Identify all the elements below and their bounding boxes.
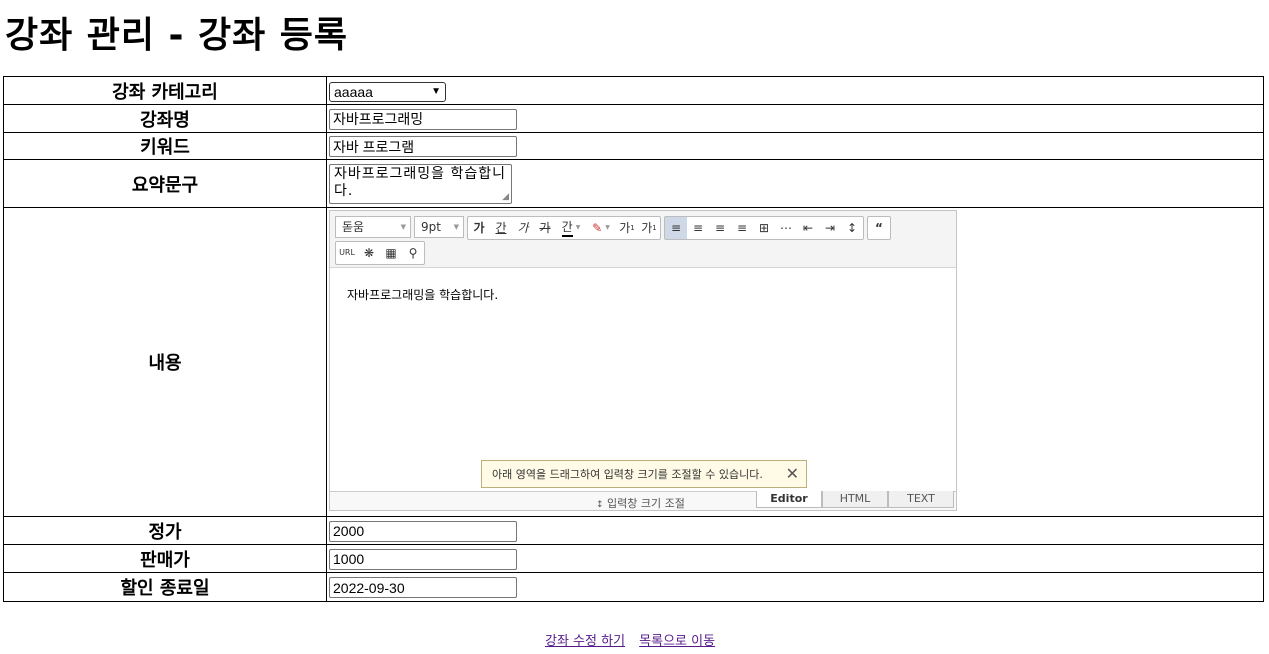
chevron-down-icon: ▼ [400,222,406,231]
resize-grip-icon[interactable]: ◢ [502,192,510,202]
subscript-button[interactable]: 가1 [638,217,660,239]
quote-icon[interactable]: “ [868,217,890,239]
course-name-input[interactable]: 자바프로그래밍 [329,108,517,130]
page-title: 강좌 관리 - 강좌 등록 [5,15,349,56]
summary-label: 요약문구 [3,159,327,208]
name-label: 강좌명 [3,104,327,133]
chevron-down-icon: ▼ [453,222,459,231]
bold-button[interactable]: 가 [468,217,490,239]
keyword-input[interactable]: 자바 프로그램 [329,136,517,157]
italic-button[interactable]: 가 [512,217,534,239]
underline-button[interactable]: 간 [490,217,512,239]
sale-price-input[interactable]: 1000 [329,548,517,570]
highlight-color-button[interactable]: ✎ ▼ [586,217,616,239]
special-char-icon[interactable]: ❋ [358,242,380,264]
editor-content[interactable]: 자바프로그래밍을 학습합니다. [347,286,498,303]
resize-tooltip: 아래 영역을 드래그하여 입력창 크기를 조절할 수 있습니다. ✕ [481,459,807,488]
superscript-button[interactable]: 가1 [616,217,638,239]
font-size-select[interactable]: 9pt ▼ [414,215,464,238]
editor-mode-tabs: Editor HTML TEXT [756,490,954,508]
resize-handle[interactable]: ↕ 입력창 크기 조절 [596,495,685,511]
submit-link[interactable]: 강좌 수정 하기 [545,634,625,649]
editor-toolbar: 돋움 ▼ 9pt ▼ 가 간 가 가 간 ▼ ✎ ▼ 가 1 가 1 ≡ ≡ ≡… [330,210,956,268]
price-input[interactable]: 2000 [329,520,517,542]
sale-end-label: 할인 종료일 [3,572,327,602]
summary-textarea[interactable]: 자바프로그래밍을 학습합니다. ◢ [329,163,512,204]
align-left-icon[interactable]: ≡ [665,216,687,239]
content-label: 내용 [3,207,327,517]
highlighter-icon: ✎ [592,220,603,235]
strikethrough-button[interactable]: 가 [534,217,556,239]
insert-group: URL ❋ ▦ ⚲ [335,240,425,265]
ordered-list-icon[interactable]: ⊞ [753,217,775,239]
tab-html[interactable]: HTML [822,490,888,508]
course-form: 강좌 카테고리 aaaaa ▼ 강좌명 자바프로그래밍 키워드 자바 프로그램 … [3,76,1264,602]
align-center-icon[interactable]: ≡ [687,217,709,239]
quote-group: “ [867,215,891,240]
tab-text[interactable]: TEXT [888,490,954,508]
action-links: 강좌 수정 하기 목록으로 이동 [545,630,725,649]
align-justify-icon[interactable]: ≡ [731,217,753,239]
chevron-down-icon: ▼ [431,86,441,97]
list-link[interactable]: 목록으로 이동 [639,634,715,649]
sale-price-label: 판매가 [3,544,327,573]
font-family-select[interactable]: 돋움 ▼ [335,215,411,238]
text-style-group: 가 간 가 가 간 ▼ ✎ ▼ 가1 가1 [467,215,661,240]
align-right-icon[interactable]: ≡ [709,217,731,239]
paragraph-group: ≡ ≡ ≡ ≡ ⊞ ⋯ ⇤ ⇥ ↕ [664,215,864,240]
close-icon[interactable]: ✕ [786,464,799,483]
tab-editor[interactable]: Editor [756,490,822,508]
category-select[interactable]: aaaaa ▼ [329,81,446,102]
rich-text-editor: 돋움 ▼ 9pt ▼ 가 간 가 가 간 ▼ ✎ ▼ 가 1 가 1 ≡ ≡ ≡… [329,209,957,511]
indent-icon[interactable]: ⇥ [819,217,841,239]
sale-end-date-input[interactable]: 2022-09-30 [329,577,517,598]
font-color-button[interactable]: 간 ▼ [556,217,586,239]
outdent-icon[interactable]: ⇤ [797,217,819,239]
editor-statusbar: ↕ 입력창 크기 조절 Editor HTML TEXT [330,490,956,511]
search-icon[interactable]: ⚲ [402,242,424,264]
resize-arrows-icon: ↕ [596,499,604,510]
line-height-icon[interactable]: ↕ [841,217,863,239]
keyword-label: 키워드 [3,132,327,160]
table-icon[interactable]: ▦ [380,242,402,264]
unordered-list-icon[interactable]: ⋯ [775,217,797,239]
url-button[interactable]: URL [336,242,358,264]
price-label: 정가 [3,516,327,545]
category-label: 강좌 카테고리 [3,76,327,105]
